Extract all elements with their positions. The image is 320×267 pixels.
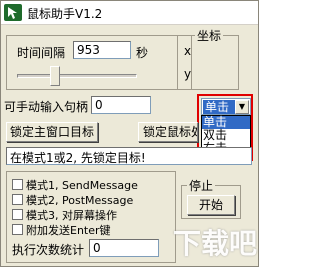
lock-main-window-button[interactable]: 锁定主窗口目标 xyxy=(6,122,98,142)
mode2-label: 模式2, PostMessage xyxy=(26,194,134,207)
enter-key-checkbox-row[interactable]: 附加发送Enter键 xyxy=(12,222,111,238)
handle-input[interactable]: 0 xyxy=(91,96,151,114)
exec-count-label: 执行次数统计 xyxy=(12,243,85,257)
coord-x-label: x xyxy=(184,44,192,58)
exec-count-field: 0 xyxy=(89,239,159,257)
enter-key-checkbox[interactable] xyxy=(12,224,23,235)
stop-label: 停止 xyxy=(187,177,216,194)
mode1-label: 模式1, SendMessage xyxy=(26,179,138,192)
lock-mouse-button[interactable]: 锁定鼠标处 xyxy=(138,122,198,142)
mode3-checkbox-row[interactable]: 模式3, 对屏幕操作 xyxy=(12,207,117,223)
app-logo-icon xyxy=(4,4,22,21)
mode1-checkbox[interactable] xyxy=(12,179,23,190)
start-button[interactable]: 开始 xyxy=(187,195,235,215)
mode2-checkbox[interactable] xyxy=(12,194,23,205)
interval-slider-thumb[interactable] xyxy=(50,66,60,86)
interval-unit-label: 秒 xyxy=(136,46,149,60)
mode1-checkbox-row[interactable]: 模式1, SendMessage xyxy=(12,177,138,193)
coord-y-label: y xyxy=(184,67,192,81)
watermark-logo: 下载吧 xyxy=(173,227,258,260)
mode3-label: 模式3, 对屏幕操作 xyxy=(26,209,117,222)
handle-label: 可手动输入句柄 xyxy=(4,100,89,114)
interval-slider-track[interactable] xyxy=(17,74,137,78)
mode3-checkbox[interactable] xyxy=(12,209,23,220)
enter-key-label: 附加发送Enter键 xyxy=(26,224,111,237)
app-window: 鼠标助手V1.2 时间间隔 953 秒 坐标 x y 可手动输入句柄 0 单击 … xyxy=(0,0,259,267)
interval-label: 时间间隔 xyxy=(17,46,66,60)
mode2-checkbox-row[interactable]: 模式2, PostMessage xyxy=(12,192,133,208)
interval-input[interactable]: 953 xyxy=(73,41,131,59)
window-title: 鼠标助手V1.2 xyxy=(27,7,103,21)
coords-legend: 坐标 xyxy=(195,27,224,44)
title-bar[interactable]: 鼠标助手V1.2 xyxy=(1,1,258,25)
status-message-field: 在模式1或2, 先锁定目标! xyxy=(6,147,252,165)
